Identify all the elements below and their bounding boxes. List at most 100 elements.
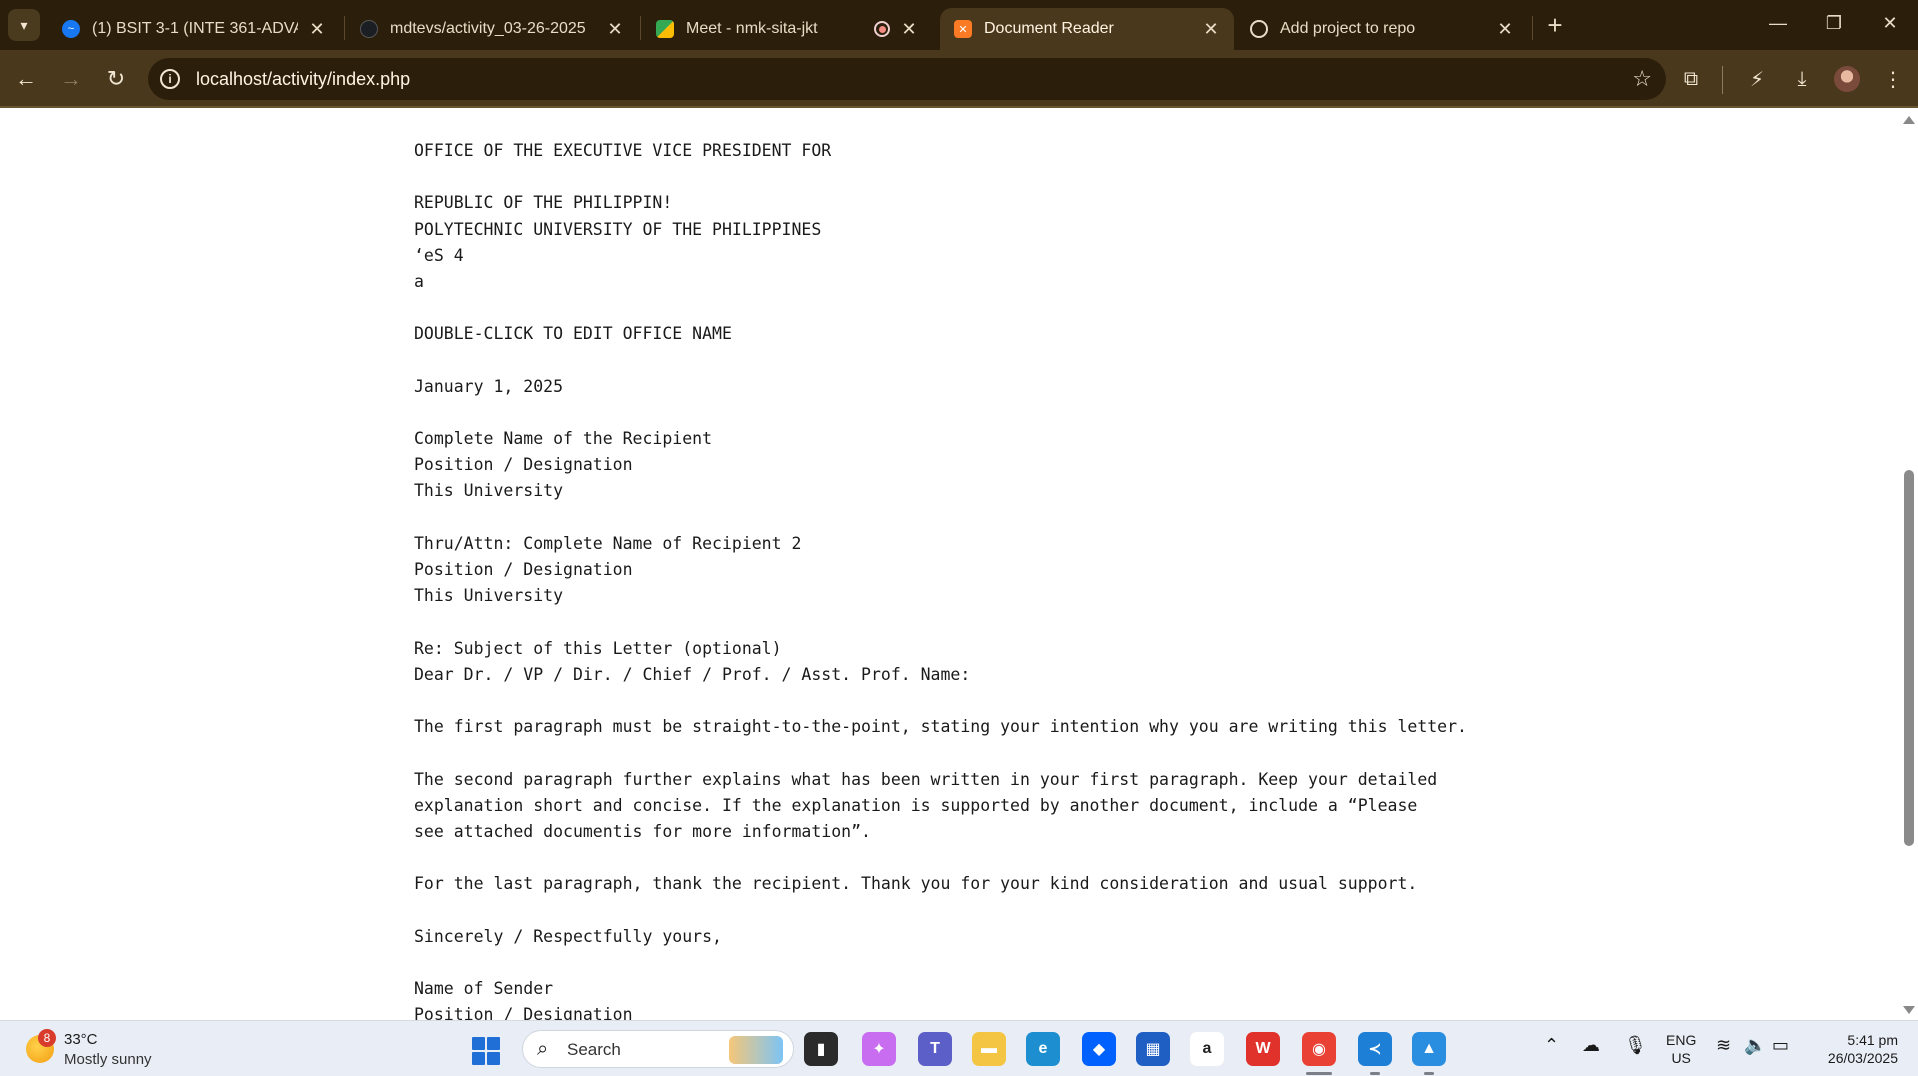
extensions-icon[interactable]: ⧉	[1678, 66, 1704, 92]
profile-avatar[interactable]	[1834, 66, 1860, 92]
document-line: This University	[414, 481, 564, 501]
site-info-icon[interactable]: i	[160, 69, 180, 89]
document-line: The first paragraph must be straight-to-…	[414, 717, 1467, 737]
scroll-thumb[interactable]	[1904, 470, 1914, 846]
wifi-icon[interactable]: ≋	[1716, 1035, 1731, 1056]
google-meet-icon	[656, 20, 674, 38]
performance-icon[interactable]: ⚡	[1744, 66, 1770, 92]
tab-divider	[1532, 16, 1533, 40]
running-indicator	[1424, 1072, 1434, 1075]
taskbar-search[interactable]: ⌕ Search	[522, 1030, 794, 1068]
tab-messenger[interactable]: ~ (1) BSIT 3-1 (INTE 361-ADVANC ✕	[48, 8, 340, 50]
back-button[interactable]: ←	[10, 63, 42, 95]
arrow-right-icon: →	[60, 66, 82, 91]
restore-icon: ❐	[1825, 12, 1843, 33]
amazon-icon[interactable]: a	[1190, 1032, 1224, 1066]
chrome-icon[interactable]: ◉	[1302, 1032, 1336, 1066]
start-button[interactable]	[472, 1037, 500, 1065]
address-bar[interactable]: i localhost/activity/index.php ☆	[148, 58, 1666, 100]
new-tab-button[interactable]: +	[1540, 10, 1570, 40]
download-icon[interactable]: ⤓	[1789, 66, 1815, 92]
document-line: Position / Designation	[414, 560, 633, 579]
plus-icon: +	[1547, 9, 1563, 40]
vscode-icon[interactable]: ≺	[1358, 1032, 1392, 1066]
document-line: see attached documentis for more informa…	[414, 821, 871, 841]
edge-icon[interactable]: e	[1026, 1032, 1060, 1066]
document-text: OFFICE OF THE EXECUTIVE VICE PRESIDENT F…	[414, 138, 1514, 1020]
document-line: DOUBLE-CLICK TO EDIT OFFICE NAME	[414, 324, 732, 344]
close-icon[interactable]: ✕	[604, 18, 626, 40]
volume-icon[interactable]: 🔈	[1744, 1035, 1766, 1056]
chatgpt-icon	[1250, 20, 1268, 38]
photos-icon[interactable]: ▲	[1412, 1032, 1446, 1066]
page-content: OFFICE OF THE EXECUTIVE VICE PRESIDENT F…	[0, 110, 1900, 1020]
document-line: Sincerely / Respectfully yours,	[414, 926, 722, 946]
vertical-scrollbar[interactable]	[1900, 110, 1918, 1020]
language-indicator[interactable]: ENG US	[1666, 1031, 1696, 1067]
tab-title: mdtevs/activity_03-26-2025	[390, 20, 586, 37]
bookmark-star-icon[interactable]: ☆	[1632, 66, 1652, 92]
reload-button[interactable]: ↻	[100, 63, 132, 95]
messenger-icon: ~	[62, 20, 80, 38]
close-icon[interactable]: ✕	[306, 18, 328, 40]
address-url[interactable]: localhost/activity/index.php	[196, 69, 410, 90]
document-line: REPUBLIC OF THE PHILIPPIN!	[414, 193, 673, 213]
tab-divider	[344, 16, 345, 40]
tab-document-reader[interactable]: ✕ Document Reader ✕	[940, 8, 1234, 50]
menu-icon[interactable]: ⋮	[1880, 66, 1906, 92]
minimize-button[interactable]: —	[1750, 0, 1806, 46]
wps-office-icon[interactable]: W	[1246, 1032, 1280, 1066]
document-line: POLYTECHNIC UNIVERSITY OF THE PHILIPPINE…	[414, 219, 822, 239]
close-icon[interactable]: ✕	[1200, 18, 1222, 40]
tab-google-meet[interactable]: Meet - nmk-sita-jkt ✕	[642, 8, 932, 50]
minimize-icon: —	[1769, 12, 1787, 33]
document-line: Name of Sender	[414, 979, 554, 998]
tab-strip: ▾ ~ (1) BSIT 3-1 (INTE 361-ADVANC ✕ mdte…	[0, 0, 1918, 50]
tab-title: Add project to repo	[1280, 20, 1416, 37]
language-code: ENG	[1666, 1032, 1697, 1048]
document-line: ‘eS 4	[414, 245, 464, 265]
forward-button[interactable]: →	[55, 63, 87, 95]
tab-search-button[interactable]: ▾	[8, 9, 40, 41]
chevron-up-icon[interactable]: ⌃	[1544, 1035, 1559, 1056]
document-line: Position / Designation	[414, 455, 633, 475]
document-line: a	[414, 271, 424, 291]
tab-github[interactable]: mdtevs/activity_03-26-2025 ✕	[346, 8, 638, 50]
task-view-icon[interactable]: ▮	[804, 1032, 838, 1066]
tab-chatgpt[interactable]: Add project to repo ✕	[1236, 8, 1528, 50]
window-close-button[interactable]: ✕	[1862, 0, 1918, 46]
close-icon[interactable]: ✕	[1494, 18, 1516, 40]
document-line: Complete Name of the Recipient	[414, 429, 713, 449]
scroll-up-arrow-icon[interactable]	[1903, 116, 1915, 124]
weather-description[interactable]: Mostly sunny	[64, 1051, 152, 1068]
dropbox-icon[interactable]: ◆	[1082, 1032, 1116, 1066]
copilot-icon[interactable]: ✦	[862, 1032, 896, 1066]
close-icon[interactable]: ✕	[898, 18, 920, 40]
region-code: US	[1671, 1050, 1691, 1066]
document-line: Position / Designation	[414, 1005, 633, 1020]
onedrive-cloud-icon[interactable]: ☁	[1582, 1035, 1600, 1056]
system-clock[interactable]: 5:41 pm 26/03/2025	[1808, 1031, 1898, 1067]
document-line: January 1, 2025	[414, 376, 564, 396]
close-icon: ✕	[1882, 12, 1898, 33]
microsoft-store-icon[interactable]: ▦	[1136, 1032, 1170, 1066]
search-highlight-image	[729, 1036, 783, 1064]
teams-icon[interactable]: T	[918, 1032, 952, 1066]
weather-temperature[interactable]: 33°C	[64, 1031, 98, 1048]
running-indicator	[1306, 1072, 1332, 1075]
scroll-down-arrow-icon[interactable]	[1903, 1006, 1915, 1014]
clock-time: 5:41 pm	[1847, 1032, 1898, 1048]
restore-button[interactable]: ❐	[1806, 0, 1862, 46]
file-explorer-icon[interactable]: ▬	[972, 1032, 1006, 1066]
microphone-icon[interactable]: 🎙	[1624, 1035, 1647, 1056]
search-label: Search	[567, 1040, 621, 1059]
clock-date: 26/03/2025	[1827, 1050, 1898, 1066]
battery-icon[interactable]: ▭	[1772, 1035, 1789, 1056]
